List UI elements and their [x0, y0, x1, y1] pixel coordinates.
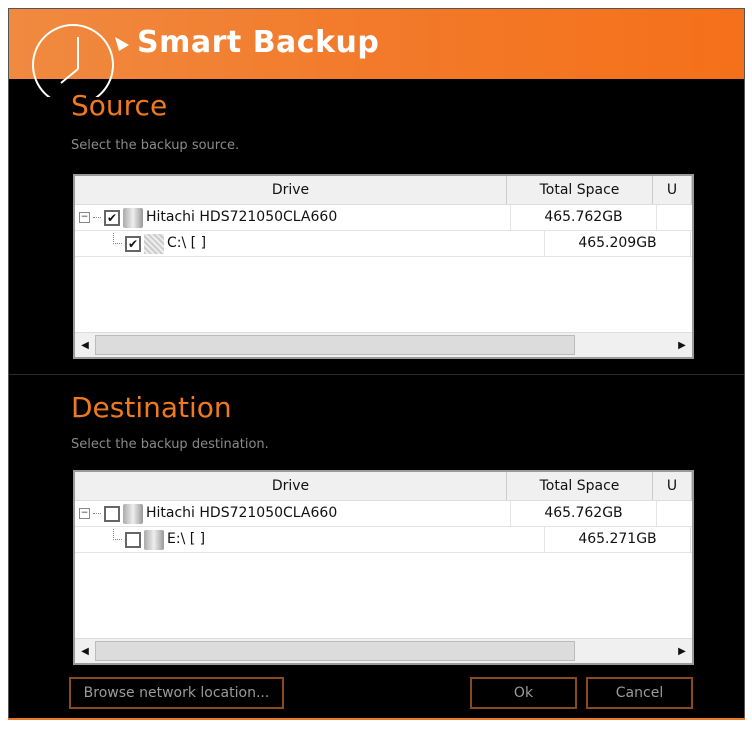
drive-name: E:\ [ ]: [167, 531, 206, 547]
total-space: 465.271GB: [544, 527, 691, 552]
column-header-drive[interactable]: Drive: [75, 472, 507, 500]
section-divider: [9, 374, 744, 375]
collapse-icon[interactable]: −: [79, 508, 90, 519]
column-header-used[interactable]: U: [653, 176, 692, 204]
scrollbar-thumb[interactable]: [95, 335, 575, 355]
source-heading: Source: [71, 89, 168, 122]
smart-backup-window: Smart Backup Source Select the backup so…: [8, 8, 745, 720]
horizontal-scrollbar[interactable]: ◀ ▶: [75, 638, 692, 663]
browse-network-button[interactable]: Browse network location...: [69, 677, 284, 709]
checkbox[interactable]: ✔: [125, 235, 141, 252]
checkbox[interactable]: ✔: [104, 209, 120, 226]
column-header-used[interactable]: U: [653, 472, 692, 500]
horizontal-scrollbar[interactable]: ◀ ▶: [75, 332, 692, 357]
total-space: 465.762GB: [510, 205, 657, 230]
collapse-icon[interactable]: −: [79, 212, 90, 223]
hard-disk-icon: [144, 529, 164, 550]
header-bar: Smart Backup: [9, 9, 744, 97]
destination-drive-table: Drive Total Space U − Hitachi HDS721050CL…: [73, 470, 694, 665]
column-header-total-space[interactable]: Total Space: [507, 176, 653, 204]
hard-disk-icon: [123, 207, 143, 228]
app-title: Smart Backup: [137, 25, 380, 60]
scroll-left-icon[interactable]: ◀: [75, 340, 95, 351]
clock-icon: [32, 24, 129, 97]
window-bottom-accent: [8, 718, 745, 720]
total-space: 465.209GB: [544, 231, 691, 256]
partition-icon: [144, 233, 164, 254]
table-row[interactable]: E:\ [ ] 465.271GB: [75, 527, 692, 553]
total-space: 465.762GB: [510, 501, 657, 526]
destination-heading: Destination: [71, 391, 232, 424]
column-header-total-space[interactable]: Total Space: [507, 472, 653, 500]
checkbox[interactable]: [104, 505, 120, 522]
source-subtitle: Select the backup source.: [71, 138, 240, 153]
cancel-button[interactable]: Cancel: [586, 677, 693, 709]
column-header-drive[interactable]: Drive: [75, 176, 507, 204]
destination-subtitle: Select the backup destination.: [71, 437, 269, 452]
drive-name: Hitachi HDS721050CLA660: [146, 505, 338, 521]
drive-name: Hitachi HDS721050CLA660: [146, 209, 338, 225]
table-row[interactable]: − Hitachi HDS721050CLA660 465.762GB: [75, 501, 692, 527]
table-row[interactable]: − ✔ Hitachi HDS721050CLA660 465.762GB: [75, 205, 692, 231]
source-drive-table: Drive Total Space U − ✔ Hitachi HDS721050C…: [73, 174, 694, 359]
scrollbar-thumb[interactable]: [95, 641, 575, 661]
table-row[interactable]: ✔ C:\ [ ] 465.209GB: [75, 231, 692, 257]
drive-name: C:\ [ ]: [167, 235, 207, 251]
ok-button[interactable]: Ok: [470, 677, 577, 709]
hard-disk-icon: [123, 503, 143, 524]
scroll-right-icon[interactable]: ▶: [672, 340, 692, 351]
scroll-left-icon[interactable]: ◀: [75, 646, 95, 657]
checkbox[interactable]: [125, 531, 141, 548]
scroll-right-icon[interactable]: ▶: [672, 646, 692, 657]
